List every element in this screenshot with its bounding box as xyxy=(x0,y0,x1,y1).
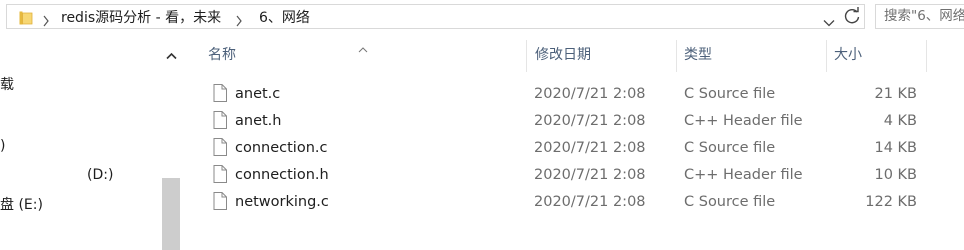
column-header-type[interactable]: 类型 xyxy=(684,47,712,63)
file-type: C Source file xyxy=(684,194,776,210)
file-type: C Source file xyxy=(684,140,776,156)
file-size: 21 KB xyxy=(874,86,917,102)
file-type: C++ Header file xyxy=(684,167,803,183)
nav-item-drive-e[interactable]: 盘 (E:) xyxy=(0,197,43,213)
search-input[interactable]: 搜索"6、网络" xyxy=(875,4,964,29)
chevron-right-icon[interactable] xyxy=(42,12,50,31)
file-date: 2020/7/21 2:08 xyxy=(534,167,646,183)
breadcrumb-current[interactable]: 6、网络 xyxy=(259,10,310,26)
file-icon xyxy=(213,165,227,187)
file-row[interactable]: networking.c 2020/7/21 2:08 C Source fil… xyxy=(200,188,964,215)
scroll-up-arrow-icon[interactable] xyxy=(166,45,177,64)
column-header-name[interactable]: 名称 xyxy=(208,47,236,63)
sort-ascending-icon xyxy=(358,38,368,57)
file-size: 14 KB xyxy=(874,140,917,156)
refresh-icon[interactable] xyxy=(843,6,861,30)
column-header-date[interactable]: 修改日期 xyxy=(535,47,591,63)
address-bar[interactable]: redis源码分析 - 看，未来 6、网络 xyxy=(6,4,865,29)
file-row[interactable]: connection.c 2020/7/21 2:08 C Source fil… xyxy=(200,134,964,161)
file-size: 10 KB xyxy=(874,167,917,183)
file-date: 2020/7/21 2:08 xyxy=(534,113,646,129)
address-bar-row: redis源码分析 - 看，未来 6、网络 搜索"6、网络" xyxy=(0,0,964,34)
file-icon xyxy=(213,84,227,106)
nav-item-drive-c[interactable]: ) xyxy=(0,138,5,154)
column-divider[interactable] xyxy=(526,40,527,72)
file-type: C++ Header file xyxy=(684,113,803,129)
chevron-right-icon[interactable] xyxy=(235,12,243,31)
file-name: anet.c xyxy=(235,86,281,102)
file-row[interactable]: connection.h 2020/7/21 2:08 C++ Header f… xyxy=(200,161,964,188)
file-icon xyxy=(213,111,227,133)
file-name: networking.c xyxy=(235,194,329,210)
file-name: anet.h xyxy=(235,113,282,129)
column-divider[interactable] xyxy=(676,40,677,72)
file-icon xyxy=(213,138,227,160)
file-row[interactable]: anet.h 2020/7/21 2:08 C++ Header file 4 … xyxy=(200,107,964,134)
file-type: C Source file xyxy=(684,86,776,102)
file-name: connection.h xyxy=(235,167,329,183)
file-name: connection.c xyxy=(235,140,328,156)
nav-scrollbar-thumb[interactable] xyxy=(162,178,180,250)
column-divider[interactable] xyxy=(826,40,827,72)
column-divider[interactable] xyxy=(926,40,927,72)
file-date: 2020/7/21 2:08 xyxy=(534,86,646,102)
folder-icon xyxy=(19,10,33,29)
column-header-size[interactable]: 大小 xyxy=(834,47,862,63)
file-row[interactable]: anet.c 2020/7/21 2:08 C Source file 21 K… xyxy=(200,80,964,107)
file-size: 122 KB xyxy=(865,194,917,210)
breadcrumb-parent[interactable]: redis源码分析 - 看，未来 xyxy=(61,10,221,26)
navigation-pane: 载 ) (D:) 盘 (E:) xyxy=(0,34,180,250)
chevron-down-icon[interactable] xyxy=(823,12,835,31)
file-date: 2020/7/21 2:08 xyxy=(534,194,646,210)
nav-item-drive-d[interactable]: (D:) xyxy=(87,167,113,183)
file-icon xyxy=(213,192,227,214)
file-date: 2020/7/21 2:08 xyxy=(534,140,646,156)
file-size: 4 KB xyxy=(883,113,917,129)
nav-item-downloads[interactable]: 载 xyxy=(0,77,14,93)
